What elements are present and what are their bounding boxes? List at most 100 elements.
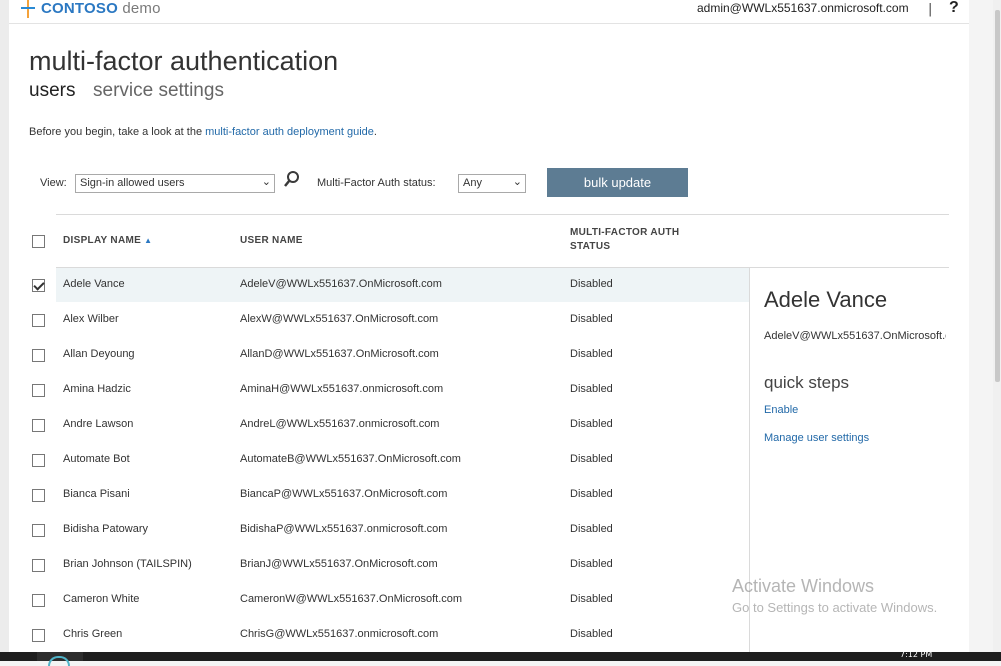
signed-in-user[interactable]: admin@WWLx551637.onmicrosoft.com	[697, 1, 909, 15]
enable-link[interactable]: Enable	[764, 404, 798, 416]
search-icon[interactable]	[283, 170, 301, 190]
sort-ascending-icon: ▲	[144, 236, 153, 245]
table-top-divider	[56, 214, 949, 215]
cell-display-name: Alex Wilber	[63, 313, 119, 325]
chevron-down-icon: ⌄	[261, 176, 271, 188]
brand-name: CONTOSO	[41, 0, 118, 17]
row-checkbox[interactable]	[32, 454, 45, 467]
intro-suffix: .	[373, 126, 377, 138]
view-label: View:	[40, 177, 67, 189]
header-divider: |	[928, 2, 933, 17]
cell-user-name: BrianJ@WWLx551637.OnMicrosoft.com	[240, 558, 438, 570]
cell-mfa-status: Disabled	[570, 278, 613, 290]
cell-mfa-status: Disabled	[570, 558, 613, 570]
column-header-display-name[interactable]: DISPLAY NAME ▲	[63, 235, 152, 246]
manage-user-settings-link[interactable]: Manage user settings	[764, 432, 869, 444]
cell-display-name: Brian Johnson (TAILSPIN)	[63, 558, 192, 570]
taskbar-clock[interactable]: 7:12 PM	[900, 650, 932, 659]
cell-user-name: AminaH@WWLx551637.onmicrosoft.com	[240, 383, 444, 395]
top-header: CONTOSO demo admin@WWLx551637.onmicrosof…	[9, 0, 969, 24]
brand-suffix: demo	[122, 0, 161, 17]
cell-display-name: Automate Bot	[63, 453, 130, 465]
column-header-mfa-status[interactable]: MULTI-FACTOR AUTH STATUS	[570, 227, 679, 252]
cell-user-name: AlexW@WWLx551637.OnMicrosoft.com	[240, 313, 439, 325]
table-row[interactable]: Bianca Pisani BiancaP@WWLx551637.OnMicros…	[9, 478, 749, 513]
cell-user-name: BiancaP@WWLx551637.OnMicrosoft.com	[240, 488, 448, 500]
cell-mfa-status: Disabled	[570, 488, 613, 500]
cell-mfa-status: Disabled	[570, 593, 613, 605]
cell-user-name: CameronW@WWLx551637.OnMicrosoft.com	[240, 593, 463, 605]
table-row[interactable]: Chris Green ChrisG@WWLx551637.onmicrosoft…	[9, 618, 749, 652]
cell-display-name: Bianca Pisani	[63, 488, 130, 500]
table-row[interactable]: Alex Wilber AlexW@WWLx551637.OnMicrosoft.…	[9, 303, 749, 338]
activation-watermark-subtitle: Go to Settings to activate Windows.	[732, 600, 938, 615]
cell-display-name: Adele Vance	[63, 278, 125, 290]
row-checkbox[interactable]	[32, 314, 45, 327]
cell-display-name: Bidisha Patowary	[63, 523, 148, 535]
cell-mfa-status: Disabled	[570, 383, 613, 395]
cell-user-name: AndreL@WWLx551637.onmicrosoft.com	[240, 418, 440, 430]
column-header-display-name-label: DISPLAY NAME	[63, 235, 142, 246]
table-row[interactable]: Andre Lawson AndreL@WWLx551637.onmicrosof…	[9, 408, 749, 443]
right-gutter	[969, 0, 993, 652]
cell-user-name: BidishaP@WWLx551637.onmicrosoft.com	[240, 523, 448, 535]
mfa-status-dropdown-value: Any	[463, 177, 482, 189]
mfa-status-dropdown[interactable]: Any ⌄	[458, 174, 526, 193]
cell-user-name: AutomateB@WWLx551637.OnMicrosoft.com	[240, 453, 461, 465]
detail-user-name: Adele Vance	[764, 287, 888, 312]
cell-display-name: Amina Hadzic	[63, 383, 131, 395]
cell-display-name: Cameron White	[63, 593, 140, 605]
cell-display-name: Andre Lawson	[63, 418, 134, 430]
intro-text: Before you begin, take a look at the mul…	[29, 126, 377, 138]
table-row[interactable]: Cameron White CameronW@WWLx551637.OnMicro…	[9, 583, 749, 618]
view-dropdown[interactable]: Sign-in allowed users ⌄	[75, 174, 275, 193]
page-content: CONTOSO demo admin@WWLx551637.onmicrosof…	[9, 0, 969, 652]
taskbar: 7:12 PM	[0, 650, 1001, 666]
row-checkbox[interactable]	[32, 629, 45, 642]
app-window: CONTOSO demo admin@WWLx551637.onmicrosof…	[0, 0, 1001, 666]
activation-watermark-title: Activate Windows	[732, 576, 875, 596]
tab-service-settings[interactable]: service settings	[93, 80, 224, 102]
select-all-checkbox[interactable]	[32, 235, 45, 248]
help-icon[interactable]: ?	[949, 0, 959, 17]
cell-mfa-status: Disabled	[570, 418, 613, 430]
quick-steps-heading: quick steps	[764, 373, 850, 392]
table-row[interactable]: Automate Bot AutomateB@WWLx551637.OnMicro…	[9, 443, 749, 478]
row-checkbox[interactable]	[32, 279, 45, 292]
tab-users[interactable]: users	[29, 80, 75, 102]
cell-user-name: AdeleV@WWLx551637.OnMicrosoft.com	[240, 278, 442, 290]
table-row[interactable]: Amina Hadzic AminaH@WWLx551637.onmicrosof…	[9, 373, 749, 408]
cell-user-name: AllanD@WWLx551637.OnMicrosoft.com	[240, 348, 439, 360]
page-title: multi-factor authentication	[29, 46, 339, 76]
table-row[interactable]: Adele Vance AdeleV@WWLx551637.OnMicrosoft…	[9, 268, 749, 303]
cell-mfa-status: Disabled	[570, 348, 613, 360]
view-dropdown-value: Sign-in allowed users	[80, 177, 185, 189]
cell-user-name: ChrisG@WWLx551637.onmicrosoft.com	[240, 628, 439, 640]
row-checkbox[interactable]	[32, 349, 45, 362]
table-row[interactable]: Allan Deyoung AllanD@WWLx551637.OnMicroso…	[9, 338, 749, 373]
cell-mfa-status: Disabled	[570, 313, 613, 325]
row-checkbox[interactable]	[32, 419, 45, 432]
chevron-down-icon: ⌄	[512, 176, 522, 188]
table-row[interactable]: Brian Johnson (TAILSPIN) BrianJ@WWLx55163…	[9, 548, 749, 583]
cell-display-name: Chris Green	[63, 628, 123, 640]
detail-user-email: AdeleV@WWLx551637.OnMicrosoft.com	[764, 330, 946, 342]
row-checkbox[interactable]	[32, 594, 45, 607]
cell-mfa-status: Disabled	[570, 628, 613, 640]
intro-prefix: Before you begin, take a look at the	[29, 126, 206, 138]
column-header-user-name[interactable]: USER NAME	[240, 235, 303, 246]
row-checkbox[interactable]	[32, 384, 45, 397]
row-checkbox[interactable]	[32, 489, 45, 502]
table-row[interactable]: Bidisha Patowary BidishaP@WWLx551637.onmi…	[9, 513, 749, 548]
row-checkbox[interactable]	[32, 559, 45, 572]
brand-logo[interactable]: CONTOSO demo	[41, 0, 161, 17]
cell-mfa-status: Disabled	[570, 453, 613, 465]
cell-mfa-status: Disabled	[570, 523, 613, 535]
deployment-guide-link[interactable]: multi-factor auth deployment guide	[205, 126, 374, 138]
scrollbar-thumb[interactable]	[995, 10, 1000, 382]
mfa-status-label: Multi-Factor Auth status:	[317, 177, 436, 189]
cell-display-name: Allan Deyoung	[63, 348, 135, 360]
left-margin	[0, 0, 9, 652]
bulk-update-button[interactable]: bulk update	[547, 168, 688, 197]
row-checkbox[interactable]	[32, 524, 45, 537]
